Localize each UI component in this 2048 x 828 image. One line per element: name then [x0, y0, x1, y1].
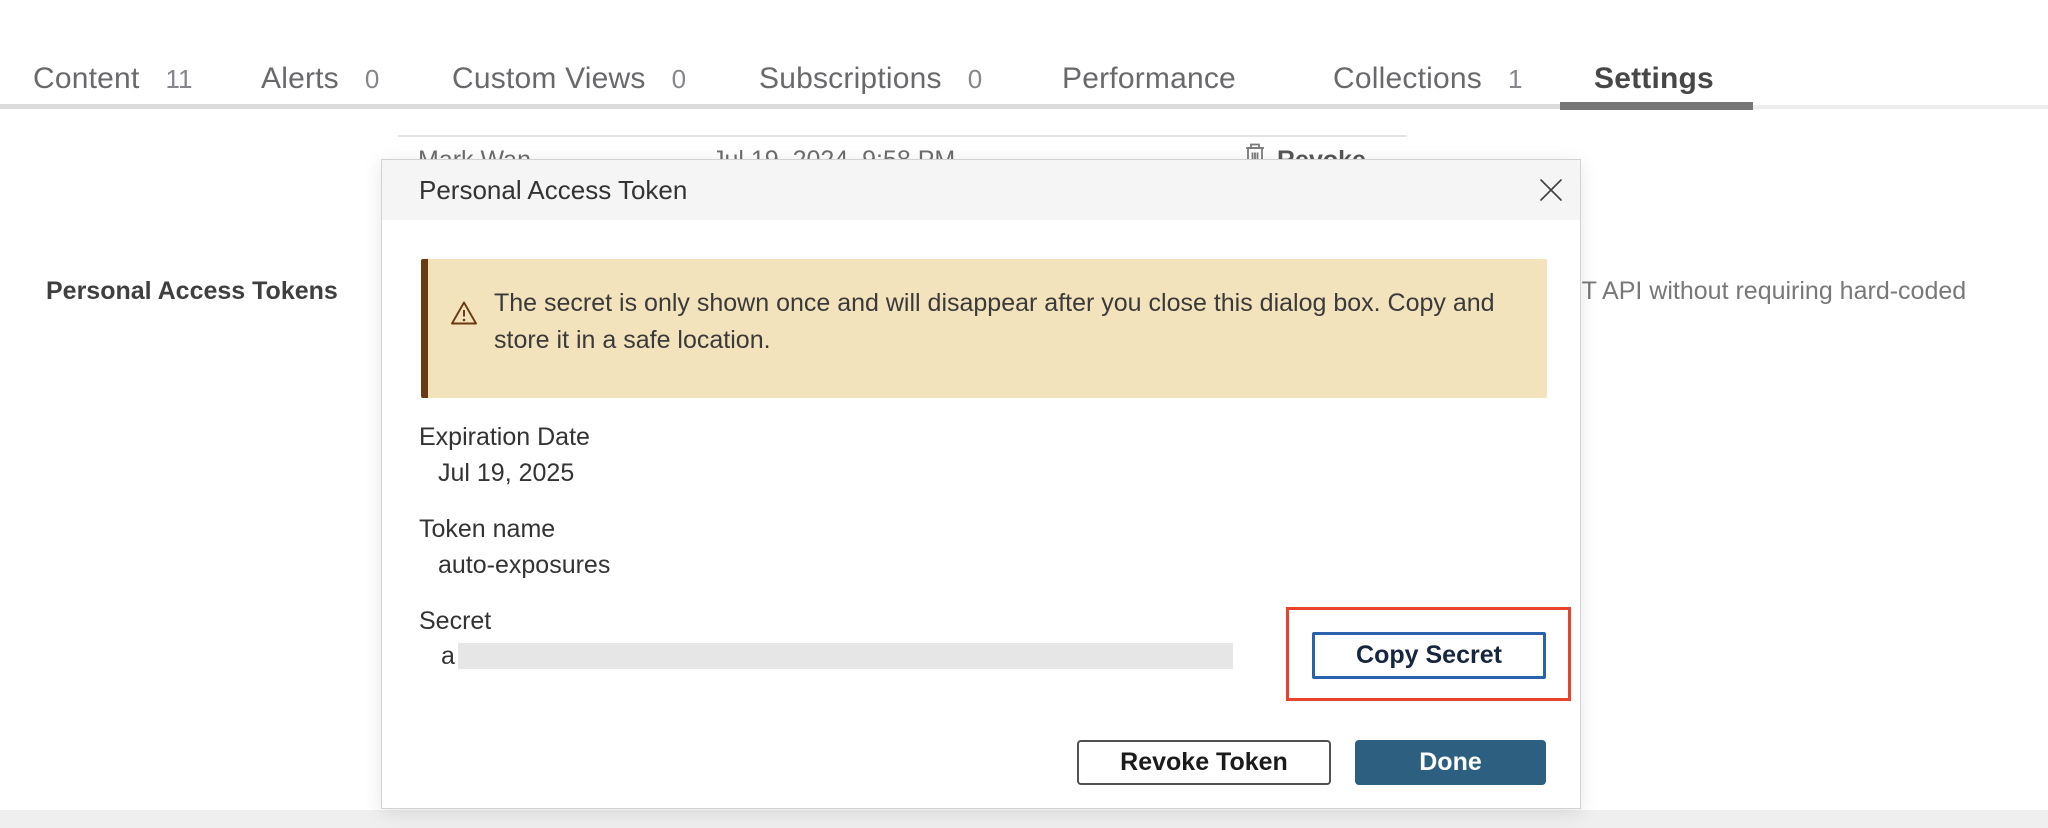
tab-alerts[interactable]: Alerts 0 — [261, 62, 379, 102]
screen: Content 11 Alerts 0 Custom Views 0 Subsc… — [0, 0, 2048, 828]
secret-value: a — [441, 642, 455, 671]
warning-banner: The secret is only shown once and will d… — [421, 259, 1547, 398]
tab-label: Custom Views — [452, 62, 646, 96]
warning-triangle-icon — [450, 300, 478, 326]
tab-count: 0 — [672, 64, 686, 95]
token-name-label: Token name — [419, 515, 555, 544]
tab-custom-views[interactable]: Custom Views 0 — [452, 62, 686, 102]
tab-collections[interactable]: Collections 1 — [1333, 62, 1522, 102]
tab-label: Content — [33, 62, 139, 96]
tab-settings[interactable]: Settings — [1594, 62, 1714, 102]
tab-count: 1 — [1508, 64, 1522, 95]
revoke-token-button[interactable]: Revoke Token — [1077, 740, 1331, 785]
tab-performance[interactable]: Performance — [1062, 62, 1236, 102]
done-button[interactable]: Done — [1355, 740, 1546, 785]
tab-label: Alerts — [261, 62, 339, 96]
warning-message: The secret is only shown once and will d… — [494, 285, 1509, 359]
active-tab-indicator — [1560, 102, 1753, 110]
page-bottom-strip — [0, 810, 2048, 828]
tab-bar-rule — [0, 104, 1753, 109]
secret-masked-bar — [458, 643, 1233, 669]
section-description-fragment: ST API without requiring hard-coded — [1565, 277, 1966, 306]
copy-secret-button[interactable]: Copy Secret — [1312, 632, 1546, 679]
section-label: Personal Access Tokens — [46, 277, 338, 306]
tab-count: 0 — [365, 64, 379, 95]
tab-bar-rule-light — [1753, 105, 2048, 109]
expiration-date-value: Jul 19, 2025 — [438, 459, 574, 488]
expiration-date-label: Expiration Date — [419, 423, 590, 452]
tab-label: Performance — [1062, 62, 1236, 96]
tab-label: Subscriptions — [759, 62, 942, 96]
close-icon[interactable] — [1538, 177, 1564, 203]
tab-count: 11 — [165, 64, 192, 95]
token-name-value: auto-exposures — [438, 551, 610, 580]
secret-label: Secret — [419, 607, 491, 636]
tab-subscriptions[interactable]: Subscriptions 0 — [759, 62, 982, 102]
personal-access-token-dialog: Personal Access Token The secret is on — [381, 159, 1581, 809]
tab-label: Collections — [1333, 62, 1482, 96]
tab-content[interactable]: Content 11 — [33, 62, 192, 102]
tab-label: Settings — [1594, 62, 1714, 96]
tab-count: 0 — [968, 64, 982, 95]
dialog-title: Personal Access Token — [419, 160, 687, 220]
dialog-header: Personal Access Token — [382, 160, 1580, 220]
token-list-divider — [398, 135, 1406, 137]
